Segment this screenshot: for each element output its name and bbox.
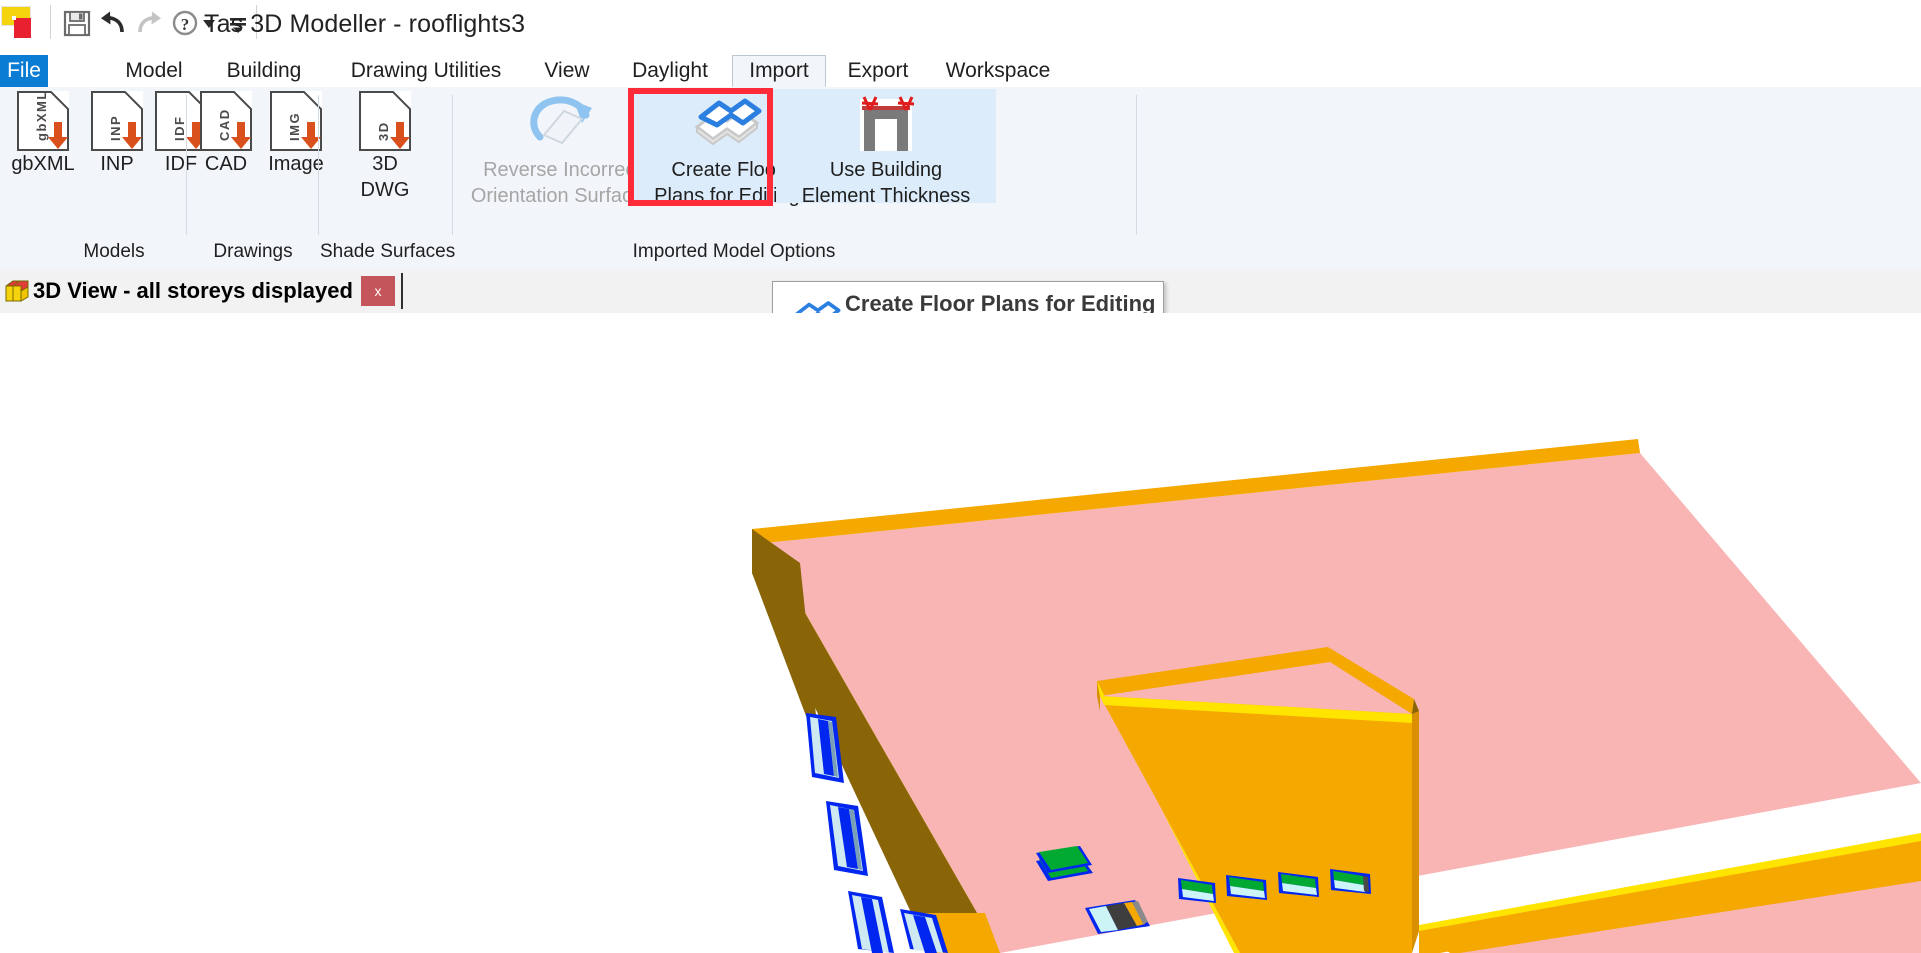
ribbon-group-shade-surfaces-label: Shade Surfaces: [320, 241, 456, 262]
ribbon-group-separator-2: [318, 95, 319, 235]
tab-import[interactable]: Import: [732, 55, 826, 87]
import-cad-button[interactable]: CAD CAD: [194, 91, 258, 177]
undo-icon[interactable]: [96, 7, 130, 39]
import-3d-dwg-button[interactable]: 3D 3D DWG: [332, 91, 438, 203]
ribbon-tab-strip: File Model Building Drawing Utilities Vi…: [0, 55, 1921, 88]
window-title: Tas 3D Modeller - rooflights3: [204, 10, 526, 38]
tab-building[interactable]: Building: [210, 55, 318, 87]
use-building-element-thickness-label-line1: Use Building: [829, 159, 943, 181]
help-icon[interactable]: ?: [168, 7, 202, 39]
tab-workspace[interactable]: Workspace: [930, 55, 1066, 87]
ribbon-group-imported-model-options: Reverse Incorrect Orientation Surfaces C…: [454, 87, 1134, 269]
ribbon-group-drawings-label: Drawings: [213, 241, 293, 262]
tab-daylight[interactable]: Daylight: [614, 55, 726, 87]
3d-view-icon: [4, 278, 30, 304]
file-import-inp-icon: INP: [91, 91, 143, 151]
ribbon-group-separator-3: [452, 95, 453, 235]
import-gbxml-button[interactable]: gbXML gbXML: [4, 90, 82, 177]
file-import-image-icon: IMG: [270, 91, 322, 151]
file-import-3ddwg-icon: 3D: [359, 91, 411, 151]
file-import-cad-icon: CAD: [200, 91, 252, 151]
create-floor-plans-icon: [689, 91, 765, 157]
application-window: ? Tas 3D Modeller - rooflights3 File Mod…: [0, 0, 1921, 953]
import-inp-button[interactable]: INP INP: [86, 91, 148, 177]
title-bar: ? Tas 3D Modeller - rooflights3: [0, 0, 1921, 57]
tab-export[interactable]: Export: [832, 55, 924, 87]
import-gbxml-label: gbXML: [11, 153, 75, 175]
ribbon-group-separator-1: [186, 95, 187, 235]
file-import-gbxml-icon: gbXML: [17, 90, 69, 151]
tas-logo-icon: [1, 6, 31, 38]
close-icon[interactable]: x: [360, 275, 395, 306]
import-3d-dwg-label-line1: 3D: [372, 153, 398, 175]
import-3d-dwg-label-line2: DWG: [360, 179, 410, 201]
ribbon-group-shade-surfaces: 3D 3D DWG Shade Surfaces: [320, 87, 456, 269]
reverse-orientation-icon: [524, 91, 600, 157]
import-inp-label: INP: [100, 153, 134, 175]
document-tab-title: 3D View - all storeys displayed: [33, 277, 353, 303]
tab-model[interactable]: Model: [108, 55, 200, 87]
toolbar-separator: [50, 5, 51, 39]
document-tab-3d-view[interactable]: 3D View - all storeys displayed x: [0, 269, 403, 312]
redo-icon: [132, 7, 166, 39]
svg-text:?: ?: [181, 15, 190, 34]
tab-edge: [400, 272, 403, 309]
ribbon-group-separator-4: [1136, 95, 1137, 235]
ribbon-group-drawings: CAD CAD IMG Image Drawings: [188, 87, 324, 269]
save-icon[interactable]: [60, 7, 94, 39]
building-element-thickness-icon: [848, 91, 924, 157]
tab-file[interactable]: File: [0, 55, 48, 87]
use-building-element-thickness-button[interactable]: Use Building Element Thickness: [776, 89, 996, 207]
ribbon-group-imported-model-options-label: Imported Model Options: [632, 241, 836, 262]
tab-view[interactable]: View: [530, 55, 604, 87]
tab-drawing-utilities[interactable]: Drawing Utilities: [328, 55, 524, 87]
import-cad-label: CAD: [204, 153, 248, 175]
ribbon: gbXML gbXML INP INP IDF IDF Models CAD C…: [0, 87, 1921, 270]
use-building-element-thickness-label-line2: Element Thickness: [801, 185, 971, 207]
3d-model-viewport[interactable]: [0, 313, 1921, 953]
